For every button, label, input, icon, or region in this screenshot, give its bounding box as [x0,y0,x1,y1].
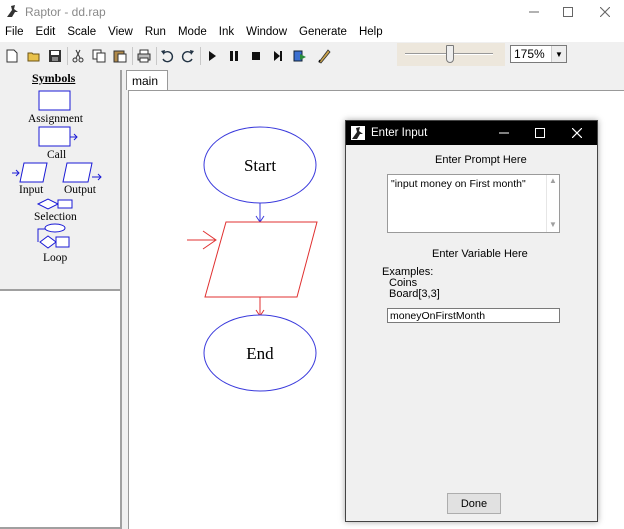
paste-button[interactable] [110,46,133,66]
assignment-symbol-label: Assignment [28,113,83,125]
selection-symbol-icon[interactable] [36,197,76,211]
output-symbol-icon[interactable] [62,162,104,184]
new-button[interactable] [2,46,22,66]
menu-run[interactable]: Run [140,24,173,42]
dialog-title-bar[interactable]: Enter Input [346,121,597,145]
tab-main[interactable]: main [126,70,168,90]
dialog-title: Enter Input [371,127,428,139]
menu-edit[interactable]: Edit [31,24,63,42]
title-bar: Raptor - dd.rap [0,0,624,24]
window-title: Raptor - dd.rap [25,5,106,19]
step-icon [274,51,282,61]
prompt-value: "input money on First month" [391,178,526,190]
scroll-up-icon[interactable]: ▲ [549,176,557,185]
minimize-icon [499,132,509,134]
save-icon [49,50,61,62]
menu-file[interactable]: File [0,24,31,42]
prompt-textarea[interactable]: "input money on First month" ▲ ▼ [387,174,560,233]
raptor-app-icon [351,126,365,140]
scroll-down-icon[interactable]: ▼ [549,220,557,229]
redo-icon [181,50,194,63]
open-folder-icon [27,52,40,62]
input-symbol-icon[interactable] [10,162,50,184]
cut-icon [72,49,84,63]
pen-icon [318,49,331,64]
dialog-close-button[interactable] [559,121,595,145]
pause-button[interactable] [224,46,244,66]
symbols-title: Symbols [32,71,76,85]
new-file-icon [6,49,18,63]
dialog-maximize-button[interactable] [522,121,558,145]
symbols-panel: Symbols Assignment Call Input Output Sel… [0,70,122,289]
menu-window[interactable]: Window [241,24,294,42]
prompt-scrollbar[interactable]: ▲ ▼ [546,175,559,232]
maximize-icon [535,128,545,138]
menu-generate[interactable]: Generate [294,24,354,42]
selection-symbol-label: Selection [34,211,77,223]
variable-input[interactable]: moneyOnFirstMonth [387,308,560,323]
print-button[interactable] [134,46,157,66]
assignment-symbol-icon[interactable] [38,90,72,112]
minimize-icon [529,11,539,13]
test-server-button[interactable] [291,46,311,66]
zoom-value: 175% [514,47,545,61]
start-label: Start [244,156,276,175]
menu-view[interactable]: View [103,24,140,42]
maximize-icon [563,7,573,17]
loop-symbol-icon[interactable] [36,223,74,249]
menu-mode[interactable]: Mode [173,24,214,42]
menu-bar: File Edit Scale View Run Mode Ink Window… [0,24,624,42]
zoom-select[interactable]: 175% ▼ [510,45,567,63]
copy-icon [92,49,106,63]
menu-scale[interactable]: Scale [62,24,103,42]
menu-ink[interactable]: Ink [214,24,241,42]
loop-symbol-label: Loop [43,252,68,264]
pause-icon [230,51,238,61]
close-icon [600,7,610,17]
chevron-down-icon[interactable]: ▼ [551,46,566,62]
undo-icon [161,50,174,63]
test-server-icon [293,50,306,62]
play-icon [209,51,216,61]
input-symbol-label: Input [19,184,44,196]
input-symbol [204,221,318,298]
undo-button[interactable] [157,46,177,66]
prompt-heading: Enter Prompt Here [435,154,527,166]
zoom-slider-thumb[interactable] [446,45,454,63]
call-symbol-icon[interactable] [38,126,80,148]
output-symbol-label: Output [64,184,96,196]
print-icon [137,49,151,63]
stop-button[interactable] [246,46,266,66]
menu-help[interactable]: Help [354,24,390,42]
redo-button[interactable] [178,46,201,66]
enter-input-dialog: Enter Input Enter Prompt Here "input mon… [345,120,598,522]
variable-value: moneyOnFirstMonth [390,310,486,322]
pen-button[interactable] [314,46,334,66]
stop-icon [252,52,260,60]
raptor-app-icon [7,5,18,17]
zoom-slider[interactable] [397,43,505,66]
done-button[interactable]: Done [447,493,501,514]
run-button[interactable] [202,46,222,66]
variable-heading: Enter Variable Here [432,248,528,260]
call-symbol-label: Call [47,149,67,161]
close-button[interactable] [585,0,624,24]
example-item: Board[3,3] [389,288,440,300]
save-button[interactable] [45,46,68,66]
end-label: End [246,344,274,363]
dialog-minimize-button[interactable] [486,121,522,145]
maximize-button[interactable] [548,0,588,24]
paste-icon [113,50,127,63]
step-button[interactable] [268,46,288,66]
cut-button[interactable] [68,46,88,66]
close-icon [572,128,582,138]
open-button[interactable] [24,46,44,66]
variables-panel[interactable] [0,289,122,529]
copy-button[interactable] [89,46,109,66]
